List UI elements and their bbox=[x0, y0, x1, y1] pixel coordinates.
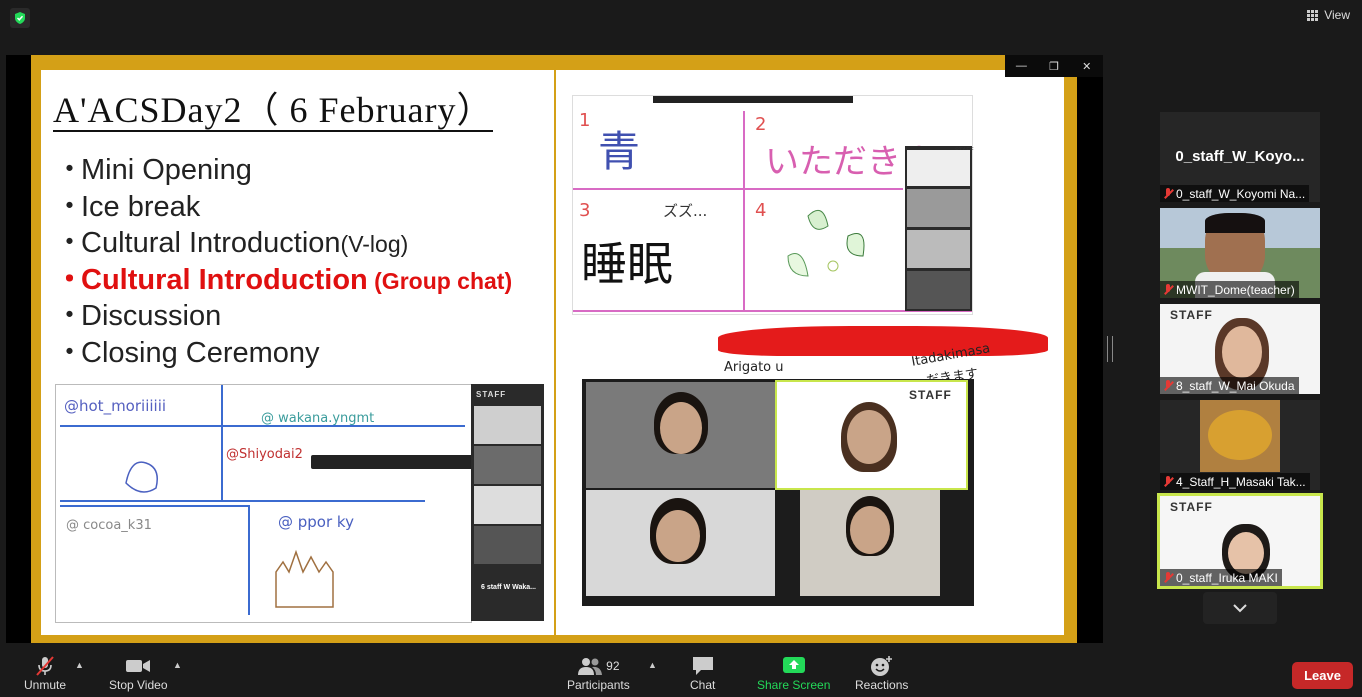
security-shield-icon[interactable] bbox=[10, 8, 30, 28]
participant-strip: STAFF 6 staff W Waka... bbox=[471, 384, 544, 621]
agenda-item-highlight: ・Cultural Introduction (Group chat) bbox=[55, 263, 513, 296]
agenda-item: ・Closing Ceremony bbox=[55, 336, 320, 369]
stop-video-label: Stop Video bbox=[109, 678, 168, 692]
handle-text: @ ppor ky bbox=[278, 513, 354, 531]
reactions-label: Reactions bbox=[855, 678, 909, 692]
handle-text: @hot_moriiiiii bbox=[64, 397, 167, 415]
participants-options-caret-icon[interactable]: ▲ bbox=[648, 660, 657, 670]
participant-tile[interactable]: MWIT_Dome(teacher) bbox=[1160, 208, 1320, 298]
unmute-label: Unmute bbox=[24, 678, 67, 692]
slide-frame: A'ACSDay2（ 6 February） ・Mini Opening ・Ic… bbox=[31, 55, 1077, 643]
mic-muted-icon bbox=[1163, 379, 1173, 392]
grid-icon bbox=[1307, 9, 1319, 21]
leave-button[interactable]: Leave bbox=[1292, 662, 1353, 689]
whiteboard-screenshot: @hot_moriiiiii @ wakana.yngmt @Shiyodai2… bbox=[55, 384, 521, 623]
view-button[interactable]: View bbox=[1307, 8, 1350, 22]
share-screen-label: Share Screen bbox=[757, 678, 831, 692]
participant-name: 4_Staff_H_Masaki Tak... bbox=[1176, 474, 1306, 489]
slide-whiteboard: 1 青 2 いただきま 3 ズズ... 睡眠 4 STAFF bbox=[556, 70, 1064, 635]
video-options-caret-icon[interactable]: ▲ bbox=[173, 660, 182, 670]
handle-text: @ wakana.yngmt bbox=[261, 411, 375, 426]
audio-options-caret-icon[interactable]: ▲ bbox=[75, 660, 84, 670]
stop-video-button[interactable]: Stop Video bbox=[109, 654, 168, 692]
participants-count: 92 bbox=[606, 659, 620, 673]
participant-display-name: 0_staff_W_Koyo... bbox=[1175, 148, 1305, 165]
handle-text: @ cocoa_k31 bbox=[66, 518, 152, 533]
handle-text: @Shiyodai2 bbox=[226, 447, 303, 462]
red-ribbon-drawing bbox=[718, 326, 1048, 356]
greeting-text: Arigato u bbox=[724, 360, 784, 375]
shared-screen: A'ACSDay2（ 6 February） ・Mini Opening ・Ic… bbox=[6, 55, 1103, 643]
participants-label: Participants bbox=[567, 678, 630, 692]
participant-name: 0_staff_W_Koyomi Na... bbox=[1176, 186, 1306, 201]
mini-video-strip: STAFF bbox=[905, 146, 974, 311]
minimize-icon[interactable]: — bbox=[1005, 55, 1038, 77]
video-camera-icon bbox=[125, 654, 151, 678]
chevron-down-icon bbox=[1233, 604, 1247, 613]
mic-muted-icon bbox=[1163, 187, 1173, 200]
japanese-whiteboard: 1 青 2 いただきま 3 ズズ... 睡眠 4 STAFF bbox=[572, 95, 974, 315]
whiteboard-toolbar bbox=[653, 96, 853, 103]
kanji-text: 睡眠 bbox=[581, 237, 673, 291]
participants-icon bbox=[578, 658, 603, 675]
leaf-drawing-icon bbox=[787, 209, 865, 277]
share-screen-button[interactable]: Share Screen bbox=[757, 654, 830, 692]
gallery-view-screenshot: STAFF bbox=[582, 379, 974, 606]
meeting-toolbar: Unmute ▲ Stop Video ▲ 92 Participants ▲ … bbox=[0, 648, 1362, 697]
smiley-plus-icon bbox=[870, 654, 894, 678]
mic-muted-icon bbox=[1163, 475, 1173, 488]
chat-label: Chat bbox=[690, 678, 716, 692]
mic-muted-icon bbox=[1163, 283, 1173, 296]
mic-muted-icon bbox=[1163, 571, 1173, 584]
participant-name: MWIT_Dome(teacher) bbox=[1176, 282, 1295, 297]
agenda-item: ・Ice break bbox=[55, 190, 201, 223]
agenda-item: ・Mini Opening bbox=[55, 154, 252, 186]
castle-doodle-icon bbox=[275, 549, 334, 608]
participants-button[interactable]: 92 Participants bbox=[567, 654, 630, 692]
close-icon[interactable]: ✕ bbox=[1070, 55, 1103, 77]
doodle-icon bbox=[125, 461, 158, 493]
share-screen-icon bbox=[782, 654, 806, 678]
agenda-item: ・Cultural Introduction(V-log) bbox=[55, 227, 409, 259]
chat-button[interactable]: Chat bbox=[690, 654, 715, 692]
participant-tile[interactable]: 4_Staff_H_Masaki Tak... bbox=[1160, 400, 1320, 490]
chat-bubble-icon bbox=[691, 654, 715, 678]
reactions-button[interactable]: Reactions bbox=[855, 654, 908, 692]
microphone-muted-icon bbox=[33, 654, 57, 678]
participant-name: 0_staff_Iruka MAKI bbox=[1176, 570, 1278, 585]
participant-tile-active-speaker[interactable]: STAFF 0_staff_Iruka MAKI bbox=[1157, 493, 1323, 589]
top-bar: View bbox=[0, 0, 1362, 34]
kanji-text: 青 bbox=[598, 127, 641, 176]
scroll-down-button[interactable] bbox=[1203, 592, 1277, 624]
agenda-item: ・Discussion bbox=[55, 300, 222, 332]
participant-name: 8_staff_W_Mai Okuda bbox=[1176, 378, 1295, 393]
participant-tile[interactable]: 0_staff_W_Koyo... 0_staff_W_Koyomi Na... bbox=[1160, 112, 1320, 202]
window-controls: — ❐ ✕ bbox=[1005, 55, 1103, 77]
slide-title: A'ACSDay2（ 6 February） bbox=[53, 90, 494, 132]
panel-resize-handle[interactable] bbox=[1107, 336, 1113, 362]
slide-agenda: A'ACSDay2（ 6 February） ・Mini Opening ・Ic… bbox=[41, 70, 554, 635]
participant-tile[interactable]: STAFF 8_staff_W_Mai Okuda bbox=[1160, 304, 1320, 394]
view-label: View bbox=[1324, 8, 1350, 22]
restore-icon[interactable]: ❐ bbox=[1038, 55, 1071, 77]
strip-name: 6 staff W Waka... bbox=[481, 584, 536, 591]
agenda-list: ・Mini Opening ・Ice break ・Cultural Intro… bbox=[55, 152, 512, 371]
unmute-button[interactable]: Unmute bbox=[24, 654, 66, 692]
